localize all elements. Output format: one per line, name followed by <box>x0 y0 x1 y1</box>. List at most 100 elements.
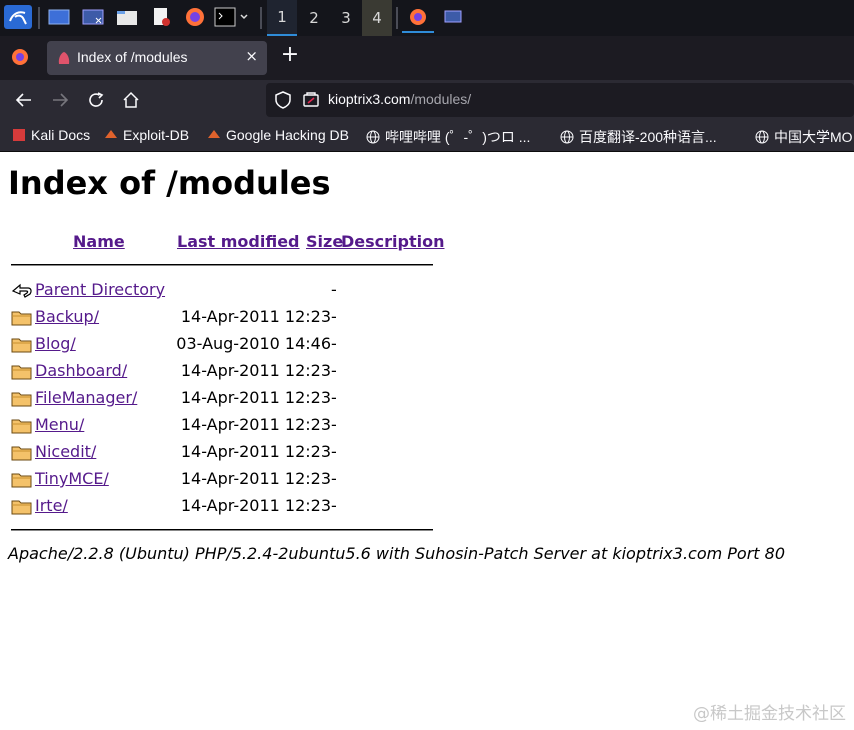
workspace-switcher-icon[interactable] <box>80 5 106 29</box>
globe-icon <box>366 130 380 144</box>
folder-icon <box>11 390 33 408</box>
file-manager-icon[interactable] <box>114 5 140 29</box>
footer-divider <box>11 529 433 530</box>
entry-link[interactable]: Dashboard/ <box>35 361 127 380</box>
back-button[interactable] <box>12 88 36 112</box>
entry-size: - <box>331 469 337 488</box>
entry-size: - <box>331 280 337 299</box>
table-row: FileManager/14-Apr-2011 12:23- <box>11 388 431 410</box>
site-info-icon[interactable] <box>302 91 320 113</box>
entry-date: 14-Apr-2011 12:23 <box>180 469 331 488</box>
server-signature: Apache/2.2.8 (Ubuntu) PHP/5.2.4-2ubuntu5… <box>8 544 786 563</box>
home-button[interactable] <box>119 88 143 112</box>
table-row: Dashboard/14-Apr-2011 12:23- <box>11 361 431 383</box>
entry-size: - <box>331 334 337 353</box>
table-row: Irte/14-Apr-2011 12:23- <box>11 496 431 518</box>
bookmark-icourse[interactable]: 中国大学MO <box>755 127 853 147</box>
table-row: Blog/03-Aug-2010 14:46- <box>11 334 431 356</box>
bookmark-google-hacking-db[interactable]: Google Hacking DB <box>207 127 349 143</box>
url-text[interactable]: kioptrix3.com/modules/ <box>328 91 471 107</box>
sort-by-name-link[interactable]: Name <box>73 232 125 251</box>
reload-icon <box>89 92 104 107</box>
page-title: Index of /modules <box>8 164 331 202</box>
bookmarks-toolbar: Kali Docs Exploit-DB Google Hacking DB 哔… <box>0 120 854 152</box>
workspace-1-button[interactable]: 1 <box>267 0 297 36</box>
bookmark-baidu-translate[interactable]: 百度翻译-200种语言... <box>560 127 717 147</box>
table-row: Menu/14-Apr-2011 12:23- <box>11 415 431 437</box>
entry-link[interactable]: Nicedit/ <box>35 442 96 461</box>
os-taskbar: 1 2 3 4 <box>0 0 854 36</box>
new-tab-button[interactable]: + <box>279 44 301 68</box>
entry-date: 14-Apr-2011 12:23 <box>180 442 331 461</box>
tab-favicon-icon <box>56 50 72 70</box>
bookmark-exploit-db[interactable]: Exploit-DB <box>104 127 189 143</box>
vm-window-icon[interactable] <box>440 5 466 29</box>
forward-button[interactable] <box>48 88 72 112</box>
entry-date: 14-Apr-2011 12:23 <box>180 496 331 515</box>
kali-docs-icon <box>12 128 26 142</box>
tab-title: Index of /modules <box>77 49 188 65</box>
show-desktop-icon[interactable] <box>46 5 72 29</box>
entry-link[interactable]: Blog/ <box>35 334 76 353</box>
entry-size: - <box>331 361 337 380</box>
bookmark-label: Google Hacking DB <box>226 127 349 143</box>
forward-arrow-icon <box>53 93 69 107</box>
entry-date: 14-Apr-2011 12:23 <box>180 388 331 407</box>
entry-link[interactable]: TinyMCE/ <box>35 469 109 488</box>
page-content: Index of /modules Name Last modified Siz… <box>0 152 854 730</box>
exploit-db-icon <box>104 128 118 142</box>
firefox-window-icon[interactable] <box>402 2 434 33</box>
header-divider <box>11 264 433 265</box>
bookmark-label: 哔哩哔哩 (゜-゜)つロ ... <box>385 129 531 145</box>
url-host: kioptrix3.com <box>328 91 411 107</box>
bookmark-label: 中国大学MO <box>774 129 853 145</box>
workspace-2-button[interactable]: 2 <box>299 0 329 36</box>
table-row: Parent Directory - <box>11 280 431 302</box>
tab-close-icon[interactable]: × <box>245 47 258 65</box>
back-arrow-icon <box>15 93 31 107</box>
table-row: Nicedit/14-Apr-2011 12:23- <box>11 442 431 464</box>
entry-link[interactable]: Menu/ <box>35 415 84 434</box>
bookmark-bilibili[interactable]: 哔哩哔哩 (゜-゜)つロ ... <box>366 127 530 147</box>
text-editor-icon[interactable] <box>148 5 174 29</box>
entry-size: - <box>331 496 337 515</box>
url-bar[interactable]: kioptrix3.com/modules/ <box>266 83 854 117</box>
sort-by-size-link[interactable]: Size <box>306 232 343 251</box>
entry-link[interactable]: Backup/ <box>35 307 99 326</box>
folder-icon <box>11 498 33 516</box>
table-row: TinyMCE/14-Apr-2011 12:23- <box>11 469 431 491</box>
entry-link[interactable]: FileManager/ <box>35 388 137 407</box>
bookmark-label: 百度翻译-200种语言... <box>579 129 717 145</box>
url-path: /modules/ <box>410 91 472 107</box>
table-row: Backup/14-Apr-2011 12:23- <box>11 307 431 329</box>
globe-icon <box>755 130 769 144</box>
folder-icon <box>11 471 33 489</box>
entry-size: - <box>331 307 337 326</box>
entry-date: 14-Apr-2011 12:23 <box>180 361 331 380</box>
bookmark-kali-docs[interactable]: Kali Docs <box>12 127 90 143</box>
folder-icon <box>11 363 33 381</box>
entry-link[interactable]: Irte/ <box>35 496 68 515</box>
sort-by-description-link[interactable]: Description <box>341 232 444 251</box>
bookmark-label: Exploit-DB <box>123 127 190 143</box>
sort-by-last-modified-link[interactable]: Last modified <box>177 232 300 251</box>
entry-size: - <box>331 415 337 434</box>
shield-icon[interactable] <box>274 91 292 113</box>
workspace-4-button[interactable]: 4 <box>362 0 392 36</box>
folder-icon <box>11 336 33 354</box>
entry-size: - <box>331 442 337 461</box>
tab-index-of-modules[interactable]: Index of /modules × <box>47 41 267 75</box>
terminal-icon[interactable] <box>212 5 252 29</box>
reload-button[interactable] <box>84 88 108 112</box>
back-icon <box>11 282 33 300</box>
entry-link[interactable]: Parent Directory <box>35 280 165 299</box>
workspace-3-button[interactable]: 3 <box>331 0 361 36</box>
entry-date: 03-Aug-2010 14:46 <box>176 334 331 353</box>
kali-menu-icon[interactable] <box>4 5 32 29</box>
firefox-launcher-icon[interactable] <box>182 5 208 29</box>
folder-icon <box>11 444 33 462</box>
bookmark-label: Kali Docs <box>31 127 91 143</box>
entry-date: 14-Apr-2011 12:23 <box>180 415 331 434</box>
firefox-view-icon[interactable] <box>8 45 32 69</box>
globe-icon <box>560 130 574 144</box>
